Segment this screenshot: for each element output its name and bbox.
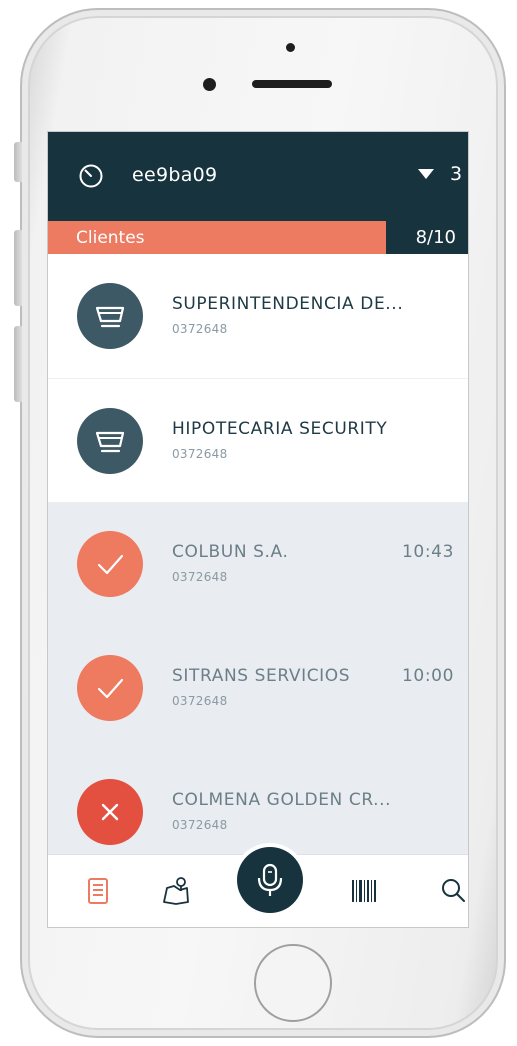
cart-icon [95,306,125,328]
client-code: 0372648 [172,694,228,708]
client-row[interactable]: COLBUN S.A. 0372648 10:43 [48,502,468,626]
mic-icon [257,863,283,896]
client-code: 0372648 [172,322,228,336]
client-code: 0372648 [172,818,228,832]
device-id[interactable]: ee9ba09 [132,164,217,186]
status-avatar [77,655,143,721]
client-list: SUPERINTENDENCIA DE... 0372648 HIPOTECARIA… [48,254,468,874]
status-avatar [77,779,143,845]
status-avatar [77,283,143,349]
visit-time: 10:43 [402,542,454,562]
check-icon [97,678,124,699]
cart-icon [95,431,125,453]
header-count[interactable]: 3 [450,163,462,185]
clients-progress-bar: Clientes 8/10 [48,221,468,254]
clock-icon[interactable] [77,162,105,190]
client-code: 0372648 [172,447,228,461]
camera-dot [286,43,295,52]
check-icon [97,554,124,575]
home-button[interactable] [254,944,332,1022]
map-pin-icon[interactable] [156,871,196,911]
client-name: SUPERINTENDENCIA DE... [172,294,404,314]
status-avatar [77,531,143,597]
volume-up-button [14,230,22,306]
list-icon[interactable] [78,871,118,911]
client-row[interactable]: HIPOTECARIA SECURITY 0372648 [48,378,468,502]
progress-count: 8/10 [415,227,456,248]
visit-time: 10:00 [402,666,454,686]
volume-down-button [14,326,22,402]
client-name: SITRANS SERVICIOS [172,666,351,686]
client-code: 0372648 [172,570,228,584]
mic-button[interactable] [237,847,303,913]
app-screen: ee9ba09 3 Clientes 8/10 SUPERINTENDENCIA… [47,131,469,928]
barcode-icon[interactable] [344,871,384,911]
client-name: HIPOTECARIA SECURITY [172,419,388,439]
client-name: COLMENA GOLDEN CR... [172,790,392,810]
bottom-nav [48,847,469,927]
earpiece-speaker [252,80,332,88]
search-icon[interactable] [434,871,469,911]
status-avatar [77,408,143,474]
header-bar: ee9ba09 3 [48,132,468,221]
progress-label: Clientes [76,228,145,248]
x-icon [101,803,119,821]
client-row[interactable]: SITRANS SERVICIOS 0372648 10:00 [48,626,468,750]
caret-down-icon[interactable] [418,169,434,179]
mute-switch [14,142,22,182]
client-name: COLBUN S.A. [172,542,289,562]
client-row[interactable]: SUPERINTENDENCIA DE... 0372648 [48,254,468,378]
front-camera [203,78,216,91]
